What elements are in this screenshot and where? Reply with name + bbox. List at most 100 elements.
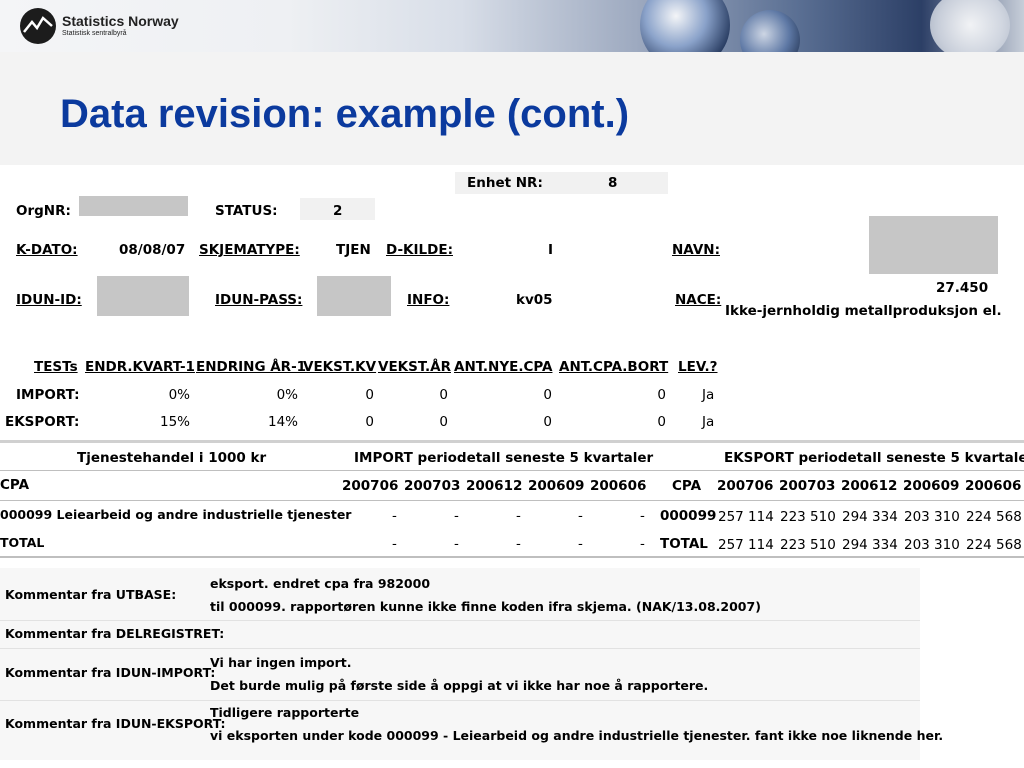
skjematype-value: TJEN [336, 242, 371, 258]
tests-cell: 0 [439, 414, 448, 430]
logo-mark-icon [20, 8, 56, 44]
tests-header: ANT.CPA.BORT [559, 359, 669, 375]
import-cell: - [454, 536, 459, 552]
tests-cell: 0% [276, 387, 298, 403]
tests-header: ENDR.KVART-1 [85, 359, 195, 375]
tests-cell: 0 [365, 414, 374, 430]
export-period: 200609 [903, 478, 960, 494]
kdato-value: 08/08/07 [119, 242, 186, 258]
tests-row-label: IMPORT: [16, 387, 80, 403]
redacted-idun-pass [317, 276, 391, 316]
dkilde-value: I [548, 242, 554, 258]
export-period: 200703 [779, 478, 836, 494]
trade-row-label: 000099 Leiearbeid og andre industrielle … [0, 507, 352, 522]
import-period: 200609 [528, 478, 585, 494]
redacted-orgnr [79, 196, 188, 216]
comment-line: Vi har ingen import. [210, 655, 352, 670]
export-cpa-cell: 000099 [660, 508, 717, 524]
tests-cell: 0 [543, 387, 552, 403]
export-cpa-cell: TOTAL [660, 536, 708, 552]
divider [0, 648, 920, 649]
tests-header: VEKST.ÅR [378, 359, 451, 375]
tests-header: ENDRING ÅR-1 [196, 359, 307, 375]
import-period: 200612 [466, 478, 523, 494]
banner-decoration [740, 10, 800, 52]
import-cell: - [578, 536, 583, 552]
kdato-label: K-DATO: [16, 242, 78, 258]
export-cell: 223 510 [780, 537, 836, 553]
dkilde-label: D-KILDE: [386, 242, 453, 258]
import-cell: - [392, 536, 397, 552]
tests-row-label: EKSPORT: [5, 414, 80, 430]
logo[interactable]: Statistics Norway Statistisk sentralbyrå [20, 8, 179, 44]
enhet-value: 8 [608, 175, 618, 191]
comment-line: Det burde mulig på første side å oppgi a… [210, 678, 709, 693]
tests-cell: 0 [657, 387, 666, 403]
import-cell: - [578, 508, 583, 524]
import-cell: - [640, 508, 645, 524]
import-cell: - [516, 508, 521, 524]
status-label: STATUS: [215, 203, 278, 219]
import-cell: - [392, 508, 397, 524]
import-cell: - [516, 536, 521, 552]
skjematype-label: SKJEMATYPE: [199, 242, 300, 258]
export-cell: 203 310 [904, 537, 960, 553]
tests-cell: 0 [365, 387, 374, 403]
export-period: 200706 [717, 478, 774, 494]
info-value: kv05 [516, 292, 553, 308]
tests-header: VEKST.KV [303, 359, 377, 375]
nace-description: Ikke-jernholdig metallproduksjon el. [725, 303, 1002, 319]
export-cell: 224 568 [966, 537, 1022, 553]
export-cell: 294 334 [842, 537, 898, 553]
export-cell: 294 334 [842, 509, 898, 525]
trade-row-label: TOTAL [0, 535, 45, 550]
tests-cell: 0 [657, 414, 666, 430]
nace-code: 27.450 [936, 280, 989, 296]
export-cell: 257 114 [718, 537, 774, 553]
logo-name: Statistics Norway [62, 13, 179, 29]
trade-title-import: IMPORT periodetall seneste 5 kvartaler [354, 450, 654, 466]
import-period: 200606 [590, 478, 647, 494]
comment-label-idun-import: Kommentar fra IDUN-IMPORT: [5, 665, 216, 680]
tests-header: TESTs [34, 359, 78, 375]
comment-label-idun-eksport: Kommentar fra IDUN-EKSPORT: [5, 716, 226, 731]
comment-line: vi eksporten under kode 000099 - Leiearb… [210, 728, 944, 743]
redacted-idun-id [97, 276, 189, 316]
tests-header: LEV.? [678, 359, 718, 375]
orgnr-label: OrgNR: [16, 203, 71, 219]
trade-title-export: EKSPORT periodetall seneste 5 kvartaler [724, 450, 1024, 466]
comment-label-delregistret: Kommentar fra DELREGISTRET: [5, 626, 225, 641]
comment-line: til 000099. rapportøren kunne ikke finne… [210, 599, 761, 614]
nace-label: NACE: [675, 292, 722, 308]
idun-pass-label: IDUN-PASS: [215, 292, 303, 308]
export-cell: 224 568 [966, 509, 1022, 525]
tests-cell: Ja [702, 414, 715, 430]
export-period: 200612 [841, 478, 898, 494]
import-period: 200703 [404, 478, 461, 494]
import-cell: - [640, 536, 645, 552]
banner-decoration [640, 0, 730, 52]
export-cell: 257 114 [718, 509, 774, 525]
tests-cell: 0 [439, 387, 448, 403]
tests-cell: 0% [168, 387, 190, 403]
tests-cell: 0 [543, 414, 552, 430]
enhet-label: Enhet NR: [467, 175, 543, 191]
divider [0, 500, 1024, 501]
info-label: INFO: [407, 292, 450, 308]
redacted-navn [869, 216, 998, 274]
tests-header: ANT.NYE.CPA [454, 359, 553, 375]
header-banner: Statistics Norway Statistisk sentralbyrå [0, 0, 1024, 52]
cpa-header: CPA [0, 477, 30, 493]
comment-label-utbase: Kommentar fra UTBASE: [5, 587, 177, 602]
export-cell: 203 310 [904, 509, 960, 525]
divider [0, 556, 1024, 558]
tests-cell: 15% [159, 414, 190, 430]
divider [0, 620, 920, 621]
divider [0, 440, 1024, 443]
divider [0, 700, 920, 701]
navn-label: NAVN: [672, 242, 720, 258]
export-cell: 223 510 [780, 509, 836, 525]
trade-title-left: Tjenestehandel i 1000 kr [77, 450, 267, 466]
tests-cell: 14% [267, 414, 298, 430]
comment-line: Tidligere rapporterte [210, 705, 360, 720]
